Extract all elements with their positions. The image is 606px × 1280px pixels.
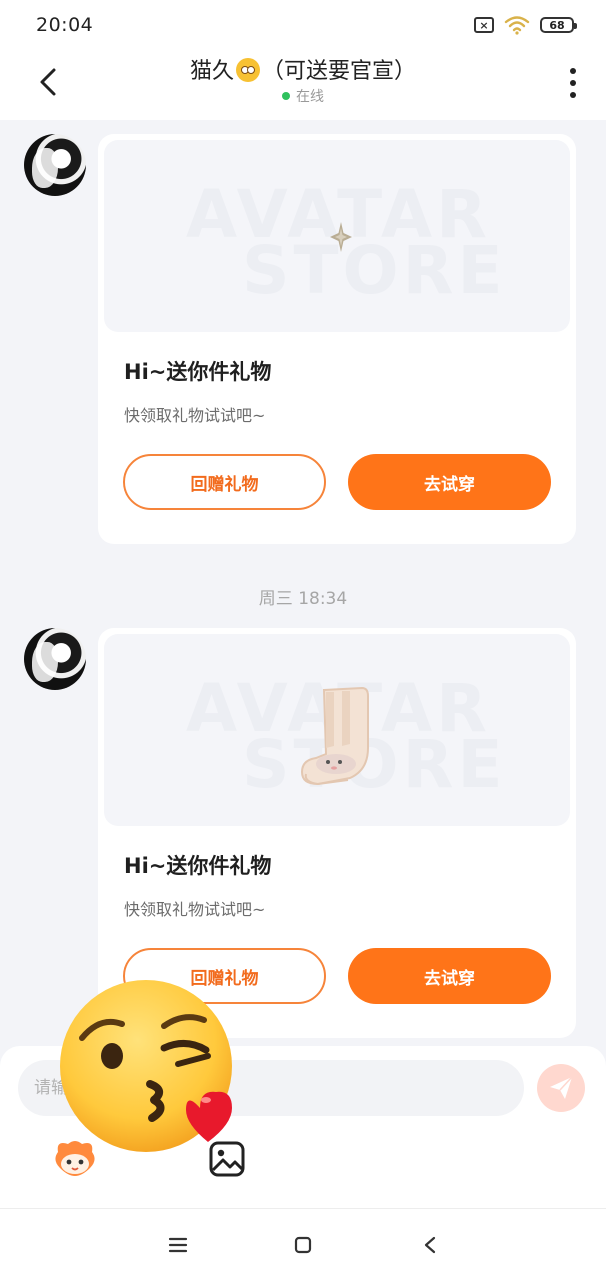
chat-title-suffix: （可送要官宣） <box>262 59 417 84</box>
more-options-button[interactable] <box>566 68 580 98</box>
online-status-label: 在线 <box>296 89 324 105</box>
gift-card-title: Hi~送你件礼物 <box>124 360 272 384</box>
chat-timestamp: 周三 18:34 <box>258 589 348 609</box>
kissing-face-wink-emoji-icon[interactable] <box>60 980 238 1158</box>
sock-icon <box>300 686 369 786</box>
return-gift-button[interactable]: 回赠礼物 <box>123 454 326 510</box>
more-dot-icon <box>570 80 576 86</box>
status-bar: 20:04 × 68 <box>0 0 606 50</box>
gift-card-title: Hi~送你件礼物 <box>124 854 272 878</box>
home-nav-button[interactable] <box>289 1231 317 1259</box>
more-dot-icon <box>570 92 576 98</box>
chat-title-name: 猫久 <box>189 59 234 84</box>
online-status: 在线 <box>120 86 486 106</box>
try-on-button[interactable]: 去试穿 <box>348 454 551 510</box>
gift-card-subtitle: 快领取礼物试试吧~ <box>124 406 266 425</box>
back-triangle-icon <box>424 1236 436 1254</box>
chevron-left-icon <box>40 68 56 96</box>
system-nav-bar <box>0 1208 606 1280</box>
chat-title-group: 猫久 （可送要官宣） 在线 <box>120 56 486 106</box>
send-button[interactable] <box>537 1064 585 1112</box>
menu-nav-button[interactable] <box>164 1231 192 1259</box>
more-dot-icon <box>570 68 576 74</box>
chat-title: 猫久 （可送要官宣） <box>120 56 486 88</box>
home-square-icon <box>294 1236 312 1254</box>
gift-card: AVATAR STORE Hi~送你件礼物 快领取礼物试试吧~ 回赠礼物 去试穿 <box>98 628 576 1038</box>
gift-preview-image[interactable]: AVATAR STORE <box>104 634 570 826</box>
gift-card: AVATAR STORE Hi~送你件礼物 快领取礼物试试吧~ 回赠礼物 去试穿 <box>98 134 576 544</box>
online-dot-icon <box>282 92 290 100</box>
eye-roll-emoji-icon <box>236 58 260 82</box>
status-time: 20:04 <box>36 14 94 36</box>
sparkle-icon <box>330 222 352 252</box>
menu-icon <box>168 1237 188 1253</box>
no-sim-icon: × <box>474 17 494 33</box>
wifi-icon <box>504 16 530 35</box>
sender-avatar[interactable] <box>24 628 86 690</box>
sender-avatar[interactable] <box>24 134 86 196</box>
back-button[interactable] <box>30 64 66 100</box>
send-icon <box>550 1076 573 1099</box>
back-nav-button[interactable] <box>416 1231 444 1259</box>
gift-card-subtitle: 快领取礼物试试吧~ <box>124 900 266 919</box>
battery-icon: 68 <box>540 17 577 33</box>
try-on-button[interactable]: 去试穿 <box>348 948 551 1004</box>
gift-preview-image[interactable]: AVATAR STORE <box>104 140 570 332</box>
chat-header: 猫久 （可送要官宣） 在线 <box>0 50 606 120</box>
status-icons: × 68 <box>474 15 577 35</box>
watermark-store: STORE <box>242 232 507 309</box>
